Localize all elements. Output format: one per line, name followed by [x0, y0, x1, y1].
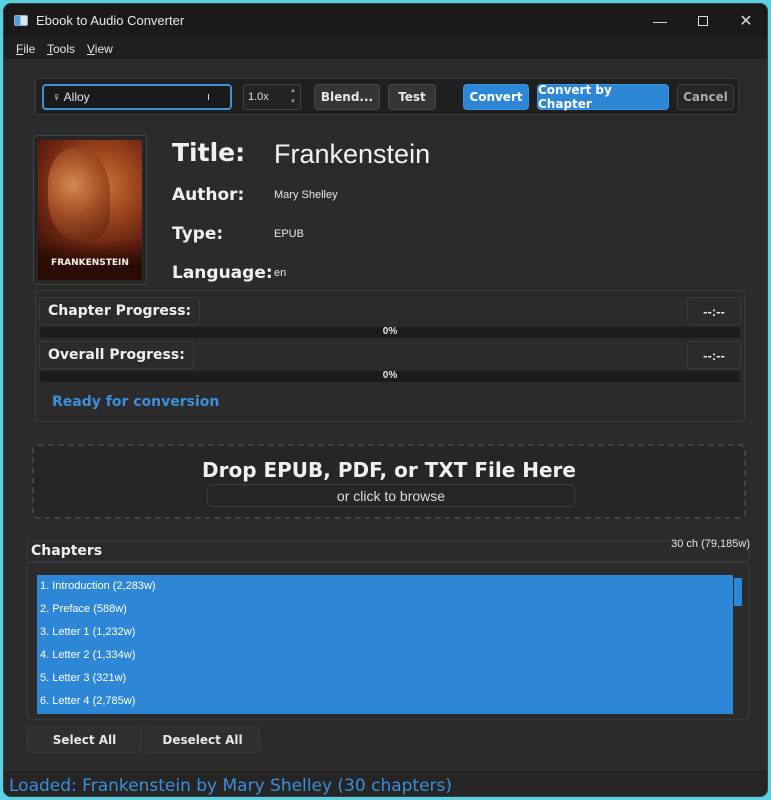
- author-label: Author:: [172, 185, 245, 205]
- overall-progress-bar: 0%: [40, 370, 740, 382]
- menu-tools[interactable]: Tools: [47, 42, 75, 56]
- menu-bar: File Tools View: [4, 37, 767, 59]
- cover-portrait: [48, 148, 110, 240]
- voice-select[interactable]: ♀ Alloy ı: [42, 84, 232, 110]
- conversion-status: Ready for conversion: [52, 394, 220, 410]
- book-cover: FRANKENSTEIN: [33, 135, 147, 285]
- speed-value: 1.0x: [248, 91, 269, 103]
- overall-progress-percent: 0%: [382, 370, 398, 381]
- chapter-list-item[interactable]: 3. Letter 1 (1,232w): [37, 621, 733, 644]
- chapter-list-item[interactable]: 5. Letter 3 (321w): [37, 667, 733, 690]
- select-all-button[interactable]: Select All: [27, 726, 142, 753]
- drop-zone-title: Drop EPUB, PDF, or TXT File Here: [202, 458, 576, 482]
- minimize-button[interactable]: —: [645, 10, 675, 32]
- window-title: Ebook to Audio Converter: [36, 13, 185, 28]
- app-window: Ebook to Audio Converter — ✕ File Tools …: [3, 3, 768, 797]
- chapter-progress-bar: 0%: [40, 326, 740, 338]
- chapter-time: --:--: [687, 297, 741, 325]
- cancel-button[interactable]: Cancel: [677, 84, 734, 110]
- menu-file[interactable]: File: [16, 42, 35, 56]
- type-label: Type:: [172, 224, 224, 244]
- chapter-list-item[interactable]: 6. Letter 4 (2,785w): [37, 690, 733, 713]
- chapters-header: Chapters 30 ch (79,185w): [27, 538, 750, 562]
- chapter-list-item[interactable]: 2. Preface (588w): [37, 598, 733, 621]
- toolbar: ♀ Alloy ı 1.0x ▲ ▼ Blend... Test Convert…: [35, 78, 739, 115]
- speed-spinbox[interactable]: 1.0x ▲ ▼: [243, 84, 301, 110]
- close-button[interactable]: ✕: [731, 10, 761, 32]
- spin-down-icon[interactable]: ▼: [288, 97, 298, 108]
- blend-button[interactable]: Blend...: [314, 84, 380, 110]
- cover-image: FRANKENSTEIN: [38, 140, 142, 280]
- deselect-all-button[interactable]: Deselect All: [145, 726, 260, 753]
- spin-up-icon[interactable]: ▲: [288, 86, 298, 97]
- chapter-list-scrollbar[interactable]: [733, 575, 744, 714]
- chapters-panel: 1. Introduction (2,283w) 2. Preface (588…: [27, 562, 749, 720]
- language-label: Language:: [172, 263, 273, 283]
- chapter-list-item[interactable]: 4. Letter 2 (1,334w): [37, 644, 733, 667]
- scrollbar-thumb[interactable]: [734, 578, 742, 606]
- progress-panel: Chapter Progress: --:-- 0% Overall Progr…: [35, 290, 745, 422]
- text-caret-icon: ı: [206, 91, 210, 103]
- overall-progress-label: Overall Progress:: [39, 341, 194, 369]
- maximize-button[interactable]: [688, 10, 718, 32]
- status-bar: Loaded: Frankenstein by Mary Shelley (30…: [4, 769, 767, 796]
- main-content: ♀ Alloy ı 1.0x ▲ ▼ Blend... Test Convert…: [4, 59, 767, 769]
- voice-value: ♀ Alloy: [52, 90, 90, 104]
- chapter-progress-label: Chapter Progress:: [39, 297, 201, 325]
- book-author: Mary Shelley: [274, 189, 338, 201]
- cover-title: FRANKENSTEIN: [51, 258, 129, 268]
- overall-time: --:--: [687, 341, 741, 369]
- menu-view[interactable]: View: [87, 42, 113, 56]
- chapter-progress-percent: 0%: [382, 326, 398, 337]
- chapter-list-item[interactable]: 1. Introduction (2,283w): [37, 575, 733, 598]
- title-bar[interactable]: Ebook to Audio Converter — ✕: [4, 4, 767, 37]
- book-language: en: [274, 267, 287, 279]
- convert-by-chapter-button[interactable]: Convert by Chapter: [537, 83, 669, 111]
- chapter-list[interactable]: 1. Introduction (2,283w) 2. Preface (588…: [37, 575, 733, 714]
- convert-button[interactable]: Convert: [463, 84, 529, 110]
- chapters-count: 30 ch (79,185w): [671, 538, 750, 550]
- status-bar-text: Loaded: Frankenstein by Mary Shelley (30…: [9, 776, 453, 796]
- file-drop-zone[interactable]: Drop EPUB, PDF, or TXT File Here or clic…: [32, 444, 746, 519]
- book-type: EPUB: [274, 228, 304, 240]
- maximize-icon: [698, 16, 708, 26]
- chapters-title: Chapters: [31, 543, 103, 559]
- app-icon: [14, 15, 28, 26]
- book-title: Frankenstein: [274, 139, 431, 169]
- browse-button[interactable]: or click to browse: [207, 484, 575, 507]
- test-button[interactable]: Test: [388, 84, 436, 110]
- title-label: Title:: [172, 138, 246, 167]
